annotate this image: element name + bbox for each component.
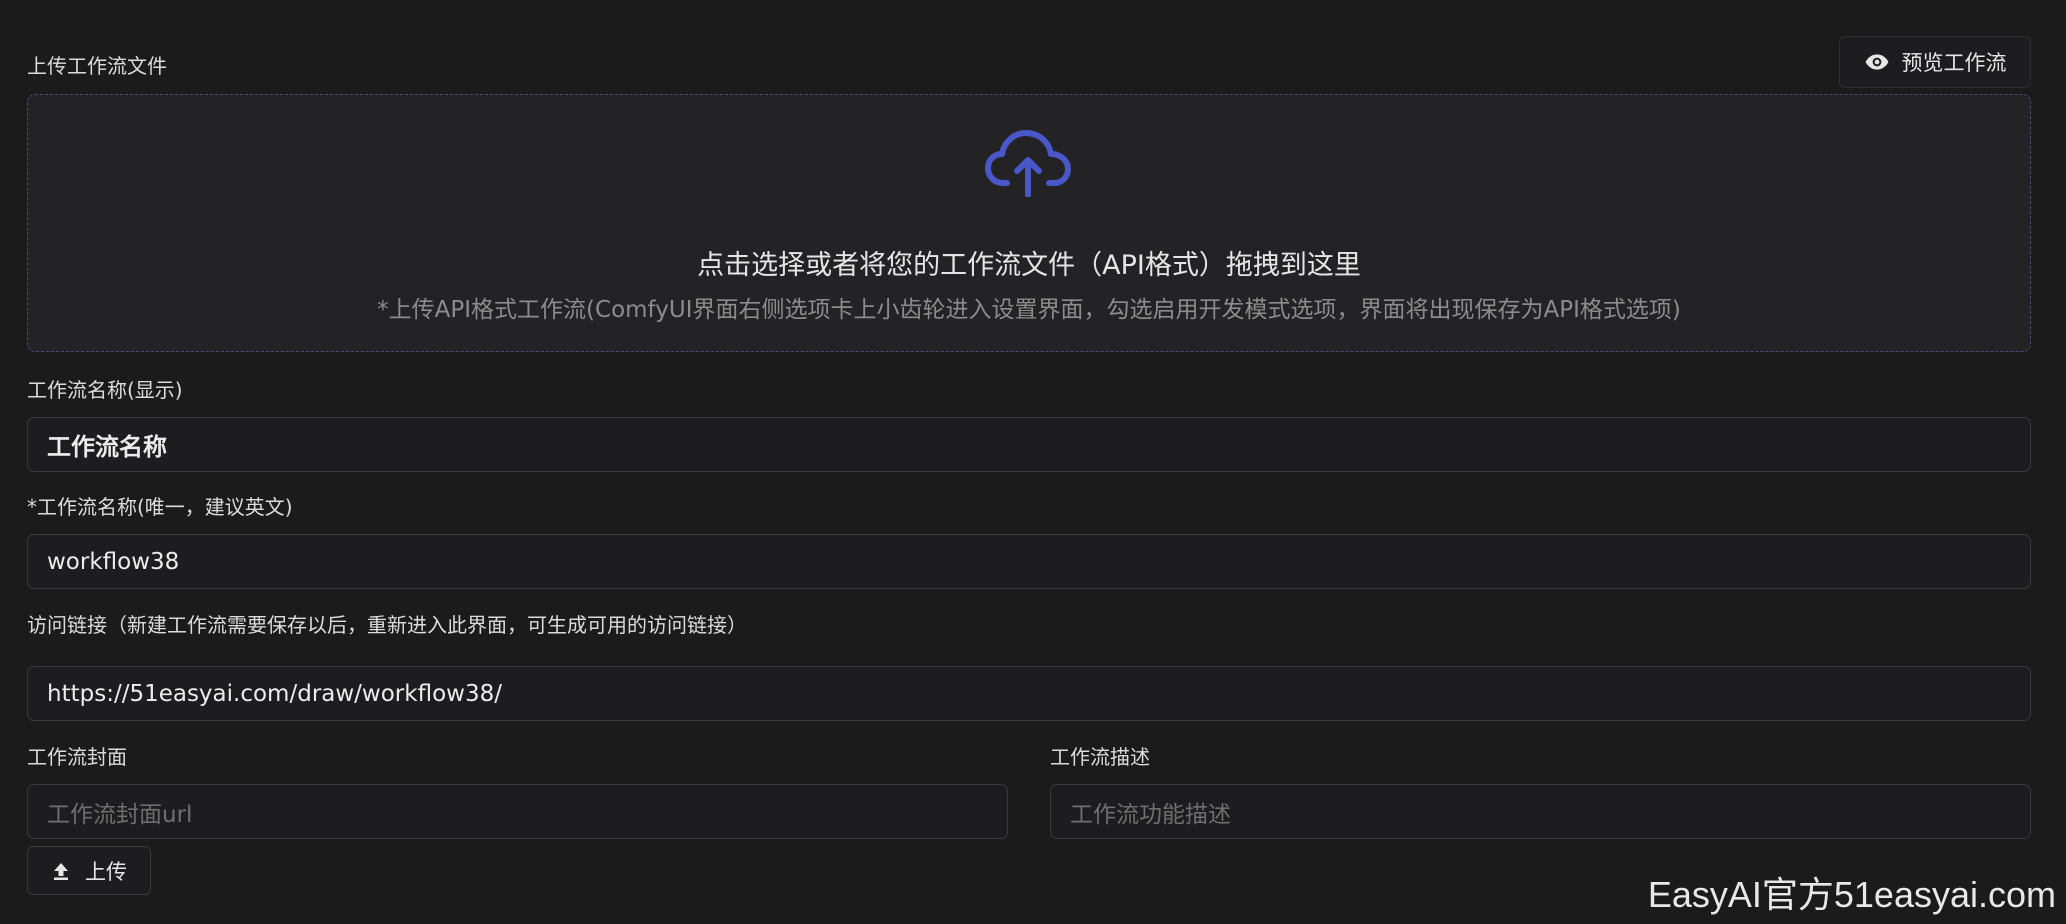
- watermark-text: EasyAI官方51easyai.com: [1647, 874, 2056, 915]
- upload-workflow-label: 上传工作流文件: [27, 54, 167, 78]
- dropzone-hint: *上传API格式工作流(ComfyUI界面右侧选项卡上小齿轮进入设置界面，勾选启…: [377, 297, 1681, 323]
- unique-name-label: *工作流名称(唯一，建议英文): [27, 495, 293, 519]
- eye-icon: [1864, 49, 1890, 75]
- cover-url-input[interactable]: 工作流封面url: [27, 784, 1008, 839]
- description-input[interactable]: 工作流功能描述: [1050, 784, 2031, 839]
- preview-workflow-label: 预览工作流: [1901, 51, 2007, 75]
- workflow-editor-form: 上传工作流文件 预览工作流 点击选择或者将您的工作流文件（API格式）拖拽到这里…: [0, 0, 2066, 924]
- dropzone-title: 点击选择或者将您的工作流文件（API格式）拖拽到这里: [697, 250, 1361, 281]
- display-name-input[interactable]: 工作流名称: [27, 417, 2031, 472]
- upload-cover-button[interactable]: 上传: [27, 846, 151, 895]
- access-link-input[interactable]: https://51easyai.com/draw/workflow38/: [27, 666, 2031, 721]
- description-label: 工作流描述: [1050, 745, 1150, 769]
- unique-name-input[interactable]: workflow38: [27, 534, 2031, 589]
- workflow-file-dropzone[interactable]: 点击选择或者将您的工作流文件（API格式）拖拽到这里 *上传API格式工作流(C…: [27, 94, 2031, 352]
- upload-icon: [54, 862, 68, 880]
- preview-workflow-button[interactable]: 预览工作流: [1839, 36, 2031, 88]
- cover-label: 工作流封面: [27, 745, 127, 769]
- display-name-label: 工作流名称(显示): [27, 378, 183, 402]
- cloud-upload-icon: [985, 130, 1071, 197]
- upload-button-label: 上传: [85, 859, 127, 884]
- access-link-label: 访问链接（新建工作流需要保存以后，重新进入此界面，可生成可用的访问链接）: [27, 613, 747, 637]
